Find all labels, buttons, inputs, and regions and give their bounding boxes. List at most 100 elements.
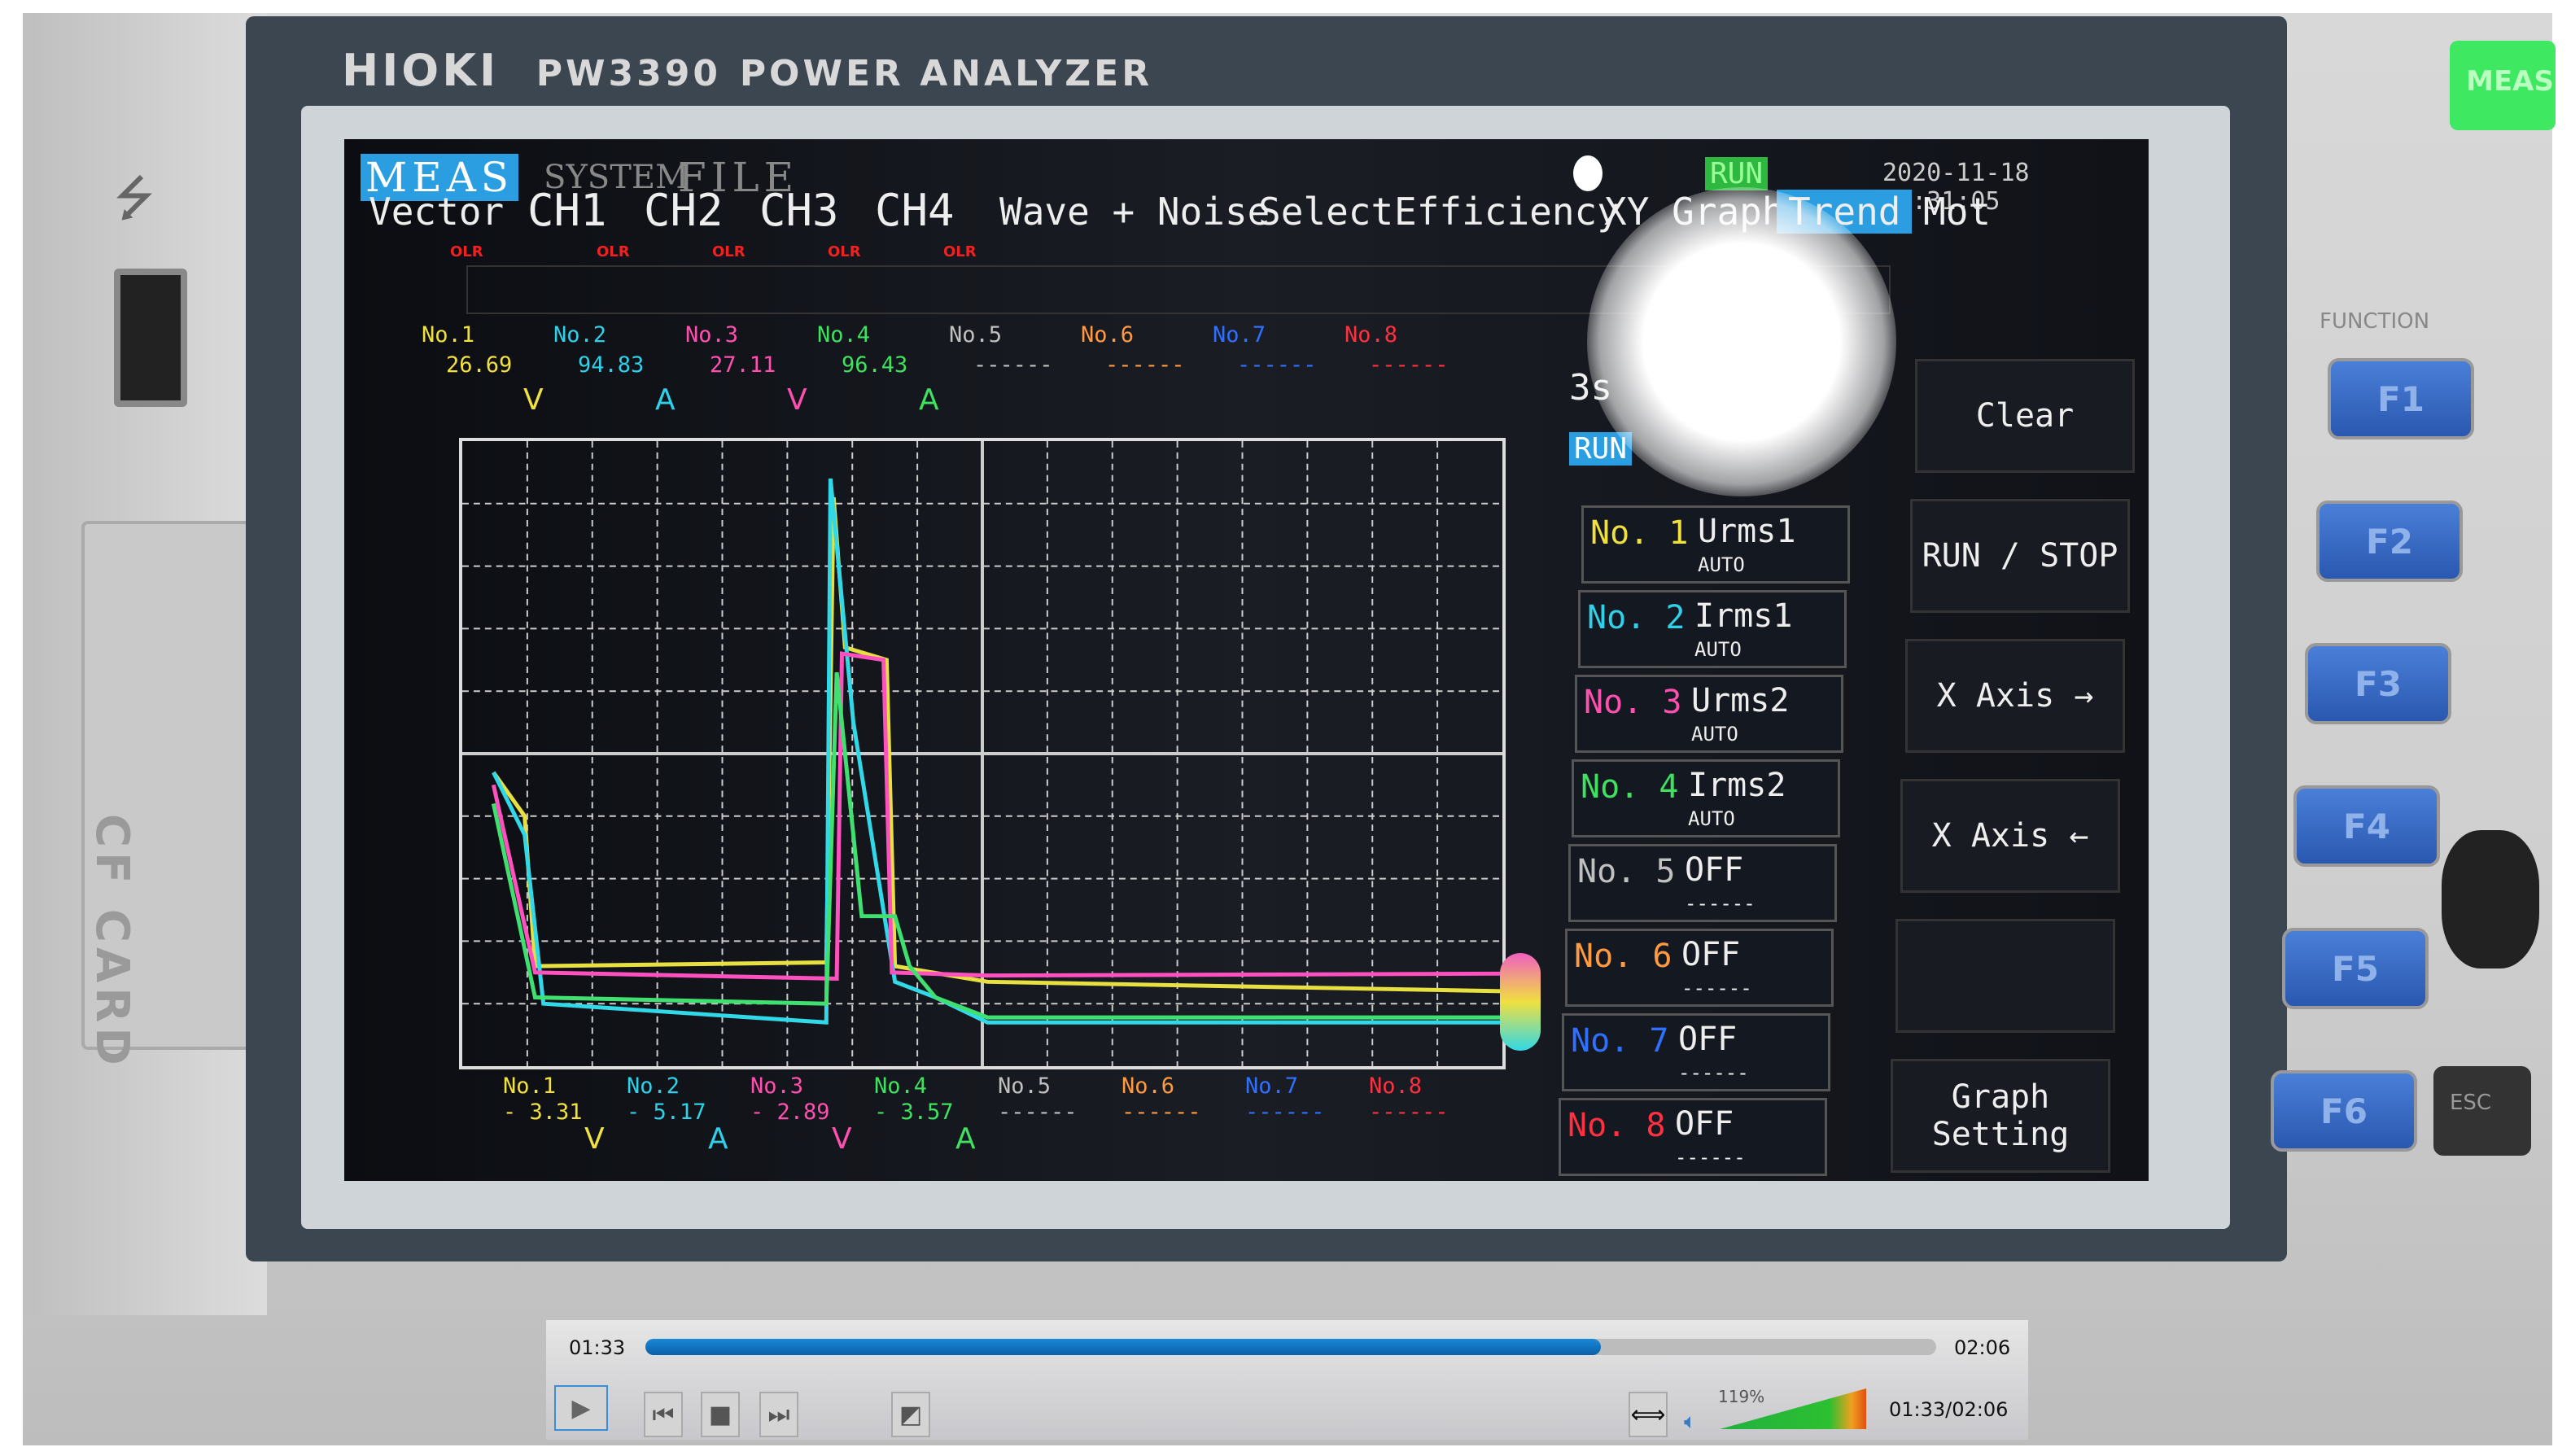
olr-indicator: OLR — [943, 243, 977, 260]
slot-range: AUTO — [1691, 723, 1738, 745]
channel-label: No.3 — [750, 1073, 804, 1099]
function-key-f6[interactable]: F6 — [2271, 1070, 2417, 1152]
function-key-f1[interactable]: F1 — [2328, 358, 2474, 439]
fullscreen-button[interactable]: ◩ — [891, 1392, 930, 1437]
olr-indicator: OLR — [828, 243, 861, 260]
slot-number: No. 4 — [1581, 768, 1679, 806]
softkey[interactable]: Graph Setting — [1891, 1059, 2110, 1173]
slot-range: ------ — [1678, 1061, 1749, 1084]
model: PW3390 — [536, 53, 721, 94]
seek-bar[interactable] — [645, 1339, 1936, 1355]
function-key-f5[interactable]: F5 — [2282, 928, 2429, 1009]
channel-unit: A — [919, 383, 939, 417]
menu-vector[interactable]: Vector — [369, 190, 504, 234]
softkey[interactable]: X Axis → — [1905, 639, 2125, 753]
channel-unit: V — [787, 383, 807, 417]
parameter-slot[interactable]: No. 4 Irms2 AUTO — [1572, 759, 1840, 837]
slot-number: No. 3 — [1584, 684, 1682, 721]
menu-select[interactable]: Select — [1258, 190, 1393, 234]
channel-value: 94.83 — [578, 352, 645, 378]
rotary-knob[interactable] — [2442, 830, 2539, 968]
channel-label: No.8 — [1369, 1073, 1423, 1099]
indicator-icon — [1573, 155, 1603, 191]
parameter-slot[interactable]: No. 7 OFF ------ — [1562, 1013, 1830, 1091]
channel-value: ------ — [998, 1100, 1078, 1125]
menu-motor[interactable]: Mot — [1923, 190, 1991, 234]
channel-label: No.5 — [949, 322, 1003, 348]
channel-value: ------ — [1245, 1100, 1325, 1125]
menu-efficiency[interactable]: Efficiency — [1394, 190, 1620, 234]
function-key-f2[interactable]: F2 — [2316, 501, 2463, 582]
slot-parameter: Urms2 — [1691, 682, 1790, 719]
stop-button[interactable]: ■ — [701, 1392, 740, 1437]
usb-port — [114, 269, 187, 407]
function-label: FUNCTION — [2320, 309, 2430, 334]
channel-unit: V — [832, 1122, 852, 1156]
slot-parameter: OFF — [1685, 851, 1744, 889]
next-button[interactable]: ⏭ — [759, 1392, 798, 1437]
volume-icon[interactable]: 🔈︎ — [1684, 1410, 1697, 1435]
function-key-f3[interactable]: F3 — [2305, 643, 2451, 724]
parameter-slot[interactable]: No. 8 OFF ------ — [1559, 1098, 1827, 1176]
play-button[interactable]: ▶ — [554, 1385, 608, 1431]
channel-label: No.1 — [422, 322, 475, 348]
slot-range: AUTO — [1694, 638, 1742, 661]
menu-ch2[interactable]: CH2 — [644, 185, 724, 236]
device-brand: HIOKI PW3390 POWER ANALYZER — [342, 45, 1152, 96]
channel-value: ------ — [1105, 352, 1185, 378]
channel-unit: A — [655, 383, 676, 417]
parameter-slot[interactable]: No. 2 Irms1 AUTO — [1578, 590, 1847, 668]
channel-label: No.6 — [1122, 1073, 1175, 1099]
function-key-f4[interactable]: F4 — [2293, 785, 2440, 867]
olr-indicator: OLR — [597, 243, 630, 260]
slot-parameter: OFF — [1681, 936, 1741, 973]
menu-wave-noise[interactable]: Wave + Noise — [999, 190, 1270, 234]
esc-key[interactable]: ESC — [2433, 1066, 2531, 1156]
slot-parameter: OFF — [1675, 1105, 1734, 1143]
slot-number: No. 7 — [1571, 1022, 1669, 1060]
parameter-slot[interactable]: No. 3 Urms2 AUTO — [1575, 675, 1843, 753]
elapsed-time: 01:33 — [569, 1336, 626, 1359]
channel-value: - 3.57 — [874, 1100, 954, 1125]
channel-unit: A — [708, 1122, 728, 1156]
slot-number: No. 2 — [1587, 599, 1686, 636]
previous-button[interactable]: ⏮ — [644, 1392, 683, 1437]
video-player-controls: 01:33 02:06 ▶ ⏮ ■ ⏭ ◩ ⟺ 🔈︎ 119% 01:33/02… — [546, 1320, 2028, 1440]
parameter-slot[interactable]: No. 6 OFF ------ — [1565, 929, 1834, 1007]
parameter-slot[interactable]: No. 1 Urms1 AUTO — [1581, 505, 1850, 584]
trace-markers — [1500, 953, 1541, 1051]
channel-label: No.6 — [1081, 322, 1135, 348]
slot-range: ------ — [1675, 1146, 1746, 1169]
channel-value: ------ — [973, 352, 1053, 378]
channel-value: 26.69 — [446, 352, 513, 378]
softkey[interactable] — [1895, 919, 2115, 1033]
menu-ch1[interactable]: CH1 — [527, 185, 607, 236]
softkey[interactable]: RUN / STOP — [1910, 499, 2130, 613]
menu-ch3[interactable]: CH3 — [759, 185, 839, 236]
slot-range: AUTO — [1688, 807, 1735, 830]
time-readout: 01:33/02:06 — [1889, 1398, 2009, 1421]
slot-range: ------ — [1681, 977, 1752, 999]
channel-label: No.5 — [998, 1073, 1052, 1099]
aspect-toggle-button[interactable]: ⟺ — [1629, 1392, 1668, 1437]
slot-parameter: Irms2 — [1688, 767, 1786, 804]
seek-bar-progress — [645, 1339, 1601, 1355]
channel-label: No.4 — [874, 1073, 928, 1099]
softkey[interactable]: X Axis ← — [1900, 779, 2120, 893]
slot-parameter: Irms1 — [1694, 597, 1793, 635]
total-time: 02:06 — [1954, 1336, 2011, 1359]
channel-label: No.7 — [1213, 322, 1266, 348]
channel-label: No.3 — [685, 322, 739, 348]
volume-percent: 119% — [1718, 1387, 1765, 1406]
channel-value: ------ — [1237, 352, 1317, 378]
run-status: RUN — [1705, 157, 1769, 190]
parameter-slot[interactable]: No. 5 OFF ------ — [1568, 844, 1837, 922]
meas-button[interactable]: MEAS — [2450, 41, 2556, 130]
softkey[interactable]: Clear — [1915, 359, 2135, 473]
slot-parameter: OFF — [1678, 1021, 1738, 1058]
olr-indicator: OLR — [712, 243, 746, 260]
menu-ch4[interactable]: CH4 — [875, 185, 955, 236]
usb-icon: ⭍ — [114, 170, 155, 227]
slot-number: No. 8 — [1568, 1107, 1666, 1144]
channel-unit: A — [955, 1122, 976, 1156]
